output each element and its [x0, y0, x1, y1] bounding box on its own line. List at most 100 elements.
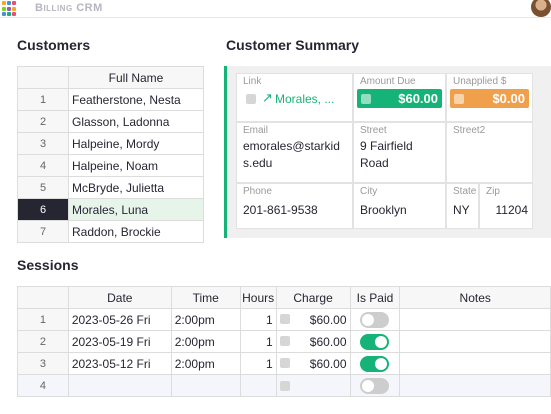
notes-cell[interactable]	[399, 330, 551, 353]
city-value: Brooklyn	[360, 203, 407, 217]
column-header-time[interactable]: Time	[170, 286, 241, 309]
row-number[interactable]: 3	[17, 352, 69, 375]
hours-cell[interactable]: 1	[239, 308, 277, 331]
date-cell[interactable]: 2023-05-19 Fri	[67, 330, 172, 353]
customers-table: Full Name 1 Featherstone, Nesta 2 Glasson,…	[17, 66, 204, 243]
zip-label: Zip	[486, 186, 500, 197]
table-row-new[interactable]: 4	[17, 374, 551, 397]
charge-value: $60.00	[309, 312, 347, 327]
customer-name-cell[interactable]: Raddon, Brockie	[68, 220, 204, 243]
amount-due-box: $60.00	[357, 89, 442, 108]
is-paid-cell[interactable]	[349, 374, 401, 397]
charge-cell[interactable]: $60.00	[275, 308, 351, 331]
table-row[interactable]: 3 2023-05-12 Fri 2:00pm 1 $60.00	[17, 352, 551, 375]
street-field[interactable]: Street 9 Fairfield Road	[353, 122, 446, 183]
customer-summary-title: Customer Summary	[226, 37, 360, 53]
email-field[interactable]: Email emorales@starkid s.edu	[236, 122, 353, 183]
charge-value: $60.00	[309, 334, 347, 349]
link-field[interactable]: Link ↗ Morales, ...	[236, 73, 353, 122]
customer-name-cell[interactable]: Glasson, Ladonna	[68, 110, 204, 133]
grid-logo-icon[interactable]	[2, 1, 18, 17]
notes-cell[interactable]	[399, 374, 551, 397]
customer-name-cell[interactable]: Featherstone, Nesta	[68, 88, 204, 111]
row-number[interactable]: 2	[17, 110, 69, 133]
row-number-header[interactable]	[17, 286, 69, 309]
paid-toggle[interactable]	[360, 355, 390, 372]
state-label: State	[453, 186, 477, 197]
time-cell[interactable]: 2:00pm	[170, 308, 241, 331]
email-label: Email	[243, 125, 269, 136]
table-row[interactable]: 1 Featherstone, Nesta	[17, 88, 204, 111]
row-number[interactable]: 4	[17, 154, 69, 177]
is-paid-cell[interactable]	[349, 308, 401, 331]
table-row[interactable]: 2 2023-05-19 Fri 2:00pm 1 $60.00	[17, 330, 551, 353]
table-row[interactable]: 2 Glasson, Ladonna	[17, 110, 204, 133]
city-field[interactable]: City Brooklyn	[353, 183, 446, 229]
paid-toggle[interactable]	[360, 333, 390, 350]
sessions-table: Date Time Hours Charge Is Paid Notes 1 2…	[17, 286, 551, 397]
formula-icon	[454, 94, 464, 104]
is-paid-cell[interactable]	[349, 330, 401, 353]
hours-cell[interactable]	[239, 374, 277, 397]
charge-cell[interactable]: $60.00	[275, 352, 351, 375]
user-avatar[interactable]	[531, 0, 551, 17]
column-header-notes[interactable]: Notes	[399, 286, 551, 309]
hours-cell[interactable]: 1	[239, 352, 277, 375]
customer-link[interactable]: Morales, ...	[275, 92, 334, 106]
email-value-line2: s.edu	[243, 156, 273, 170]
time-cell[interactable]	[170, 374, 241, 397]
column-header-date[interactable]: Date	[67, 286, 172, 309]
customer-name-cell[interactable]: Halpeine, Noam	[68, 154, 204, 177]
customer-name-cell[interactable]: Halpeine, Mordy	[68, 132, 204, 155]
amount-due-value: $60.00	[398, 91, 438, 106]
customer-name-cell[interactable]: Morales, Luna	[68, 198, 204, 221]
reference-icon	[246, 94, 256, 104]
paid-toggle[interactable]	[360, 311, 390, 328]
row-number[interactable]: 4	[17, 374, 69, 397]
email-value-line1: emorales@starkid	[243, 139, 340, 153]
table-row[interactable]: 5 McBryde, Julietta	[17, 176, 204, 199]
customer-summary-card: Link ↗ Morales, ... Amount Due $60.00 Un…	[224, 66, 551, 238]
table-row[interactable]: 4 Halpeine, Noam	[17, 154, 204, 177]
is-paid-cell[interactable]	[349, 352, 401, 375]
row-number[interactable]: 1	[17, 308, 69, 331]
paid-toggle[interactable]	[360, 377, 390, 394]
street-value-line2: Road	[360, 156, 389, 170]
street2-field[interactable]: Street2	[446, 122, 533, 183]
column-header-full-name[interactable]: Full Name	[68, 66, 204, 89]
external-link-icon[interactable]: ↗	[262, 90, 273, 106]
date-cell[interactable]: 2023-05-26 Fri	[67, 308, 172, 331]
row-number[interactable]: 1	[17, 88, 69, 111]
row-number[interactable]: 6	[17, 198, 69, 221]
notes-cell[interactable]	[399, 352, 551, 375]
time-cell[interactable]: 2:00pm	[170, 330, 241, 353]
street-value-line1: 9 Fairfield	[360, 139, 413, 153]
formula-icon	[279, 357, 290, 368]
column-header-hours[interactable]: Hours	[239, 286, 277, 309]
date-cell[interactable]: 2023-05-12 Fri	[67, 352, 172, 375]
zip-field[interactable]: Zip 11204	[479, 183, 533, 229]
time-cell[interactable]: 2:00pm	[170, 352, 241, 375]
row-number[interactable]: 5	[17, 176, 69, 199]
table-row[interactable]: 1 2023-05-26 Fri 2:00pm 1 $60.00	[17, 308, 551, 331]
amount-due-field[interactable]: Amount Due $60.00	[353, 73, 446, 122]
hours-cell[interactable]: 1	[239, 330, 277, 353]
column-header-charge[interactable]: Charge	[275, 286, 351, 309]
customers-title: Customers	[17, 37, 91, 53]
customer-name-cell[interactable]: McBryde, Julietta	[68, 176, 204, 199]
row-number[interactable]: 3	[17, 132, 69, 155]
charge-cell[interactable]: $60.00	[275, 330, 351, 353]
row-number[interactable]: 7	[17, 220, 69, 243]
notes-cell[interactable]	[399, 308, 551, 331]
row-number-header[interactable]	[17, 66, 69, 89]
row-number[interactable]: 2	[17, 330, 69, 353]
table-row[interactable]: 3 Halpeine, Mordy	[17, 132, 204, 155]
unapplied-field[interactable]: Unapplied $ $0.00	[446, 73, 533, 122]
charge-cell[interactable]	[275, 374, 351, 397]
state-field[interactable]: State NY	[446, 183, 479, 229]
table-row-selected[interactable]: 6 Morales, Luna	[17, 198, 204, 221]
date-cell[interactable]	[67, 374, 172, 397]
table-row[interactable]: 7 Raddon, Brockie	[17, 220, 204, 243]
column-header-is-paid[interactable]: Is Paid	[349, 286, 401, 309]
phone-field[interactable]: Phone 201-861-9538	[236, 183, 353, 229]
